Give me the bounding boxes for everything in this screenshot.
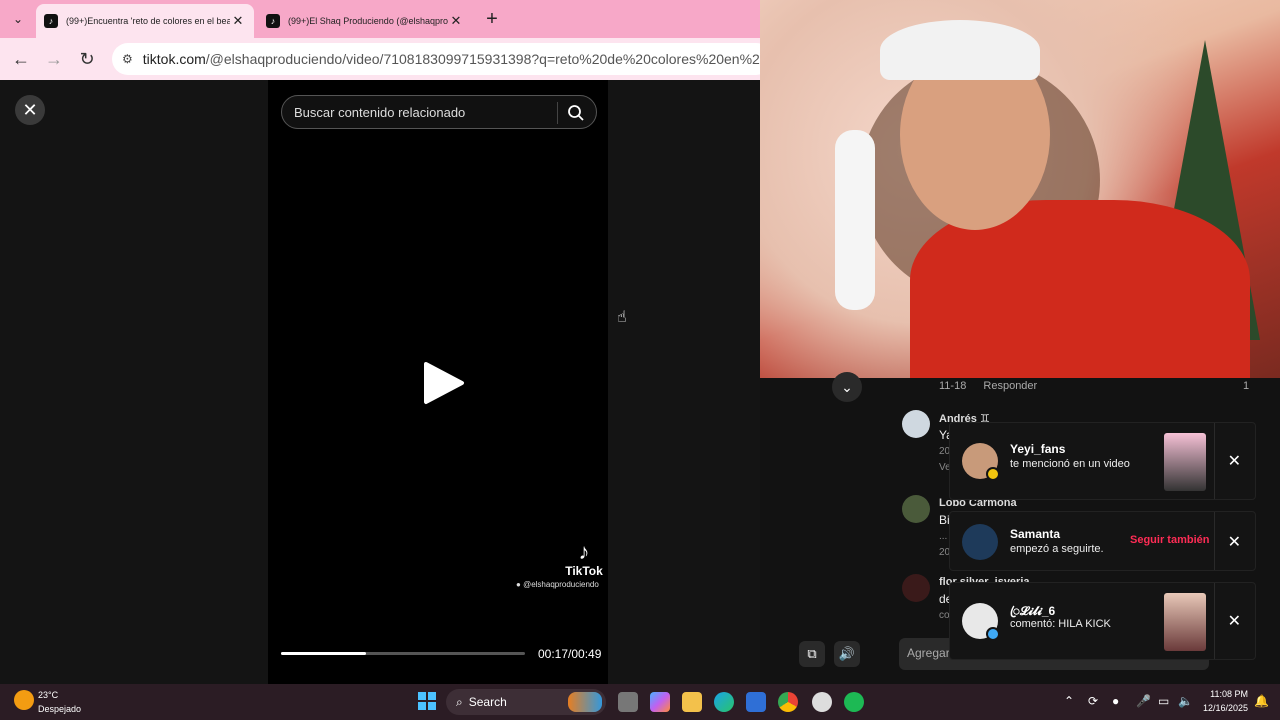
avatar: [962, 524, 998, 560]
webcam-overlay: [760, 0, 1280, 378]
divider: [1214, 512, 1215, 570]
user-icon: ●: [516, 580, 521, 589]
sun-icon: [14, 690, 34, 710]
related-search-input[interactable]: Buscar contenido relacionado: [281, 95, 597, 129]
reply-button[interactable]: Responder: [983, 380, 1037, 392]
avatar[interactable]: [902, 410, 930, 438]
search-divider: [557, 102, 558, 124]
avatar[interactable]: [902, 574, 930, 602]
close-video-icon[interactable]: ✕: [15, 95, 45, 125]
edge-icon[interactable]: [714, 692, 734, 712]
tab-title: (99+)El Shaq Produciendo (@elshaqprodu: [288, 16, 448, 26]
obs-icon[interactable]: [812, 692, 832, 712]
notification-message: empezó a seguirte.: [1010, 543, 1104, 555]
recording-icon[interactable]: ●: [1112, 694, 1119, 708]
comment-badge-icon: [986, 627, 1000, 641]
search-icon: ⌕: [456, 694, 463, 709]
comment-more[interactable]: ...: [939, 531, 947, 542]
cursor-hand-icon: ☝: [617, 309, 627, 326]
watermark-username-text: @elshaqproduciendo: [523, 580, 599, 589]
webcam-microphone: [835, 130, 875, 310]
forward-icon[interactable]: →: [43, 48, 65, 70]
mention-badge-icon: [986, 467, 1000, 481]
system-clock[interactable]: 11:08 PM 12/16/2025: [1196, 687, 1248, 715]
file-explorer-icon[interactable]: [682, 692, 702, 712]
weather-condition: Despejado: [38, 704, 82, 714]
taskbar: 23°C Despejado ⌕ Search ⌃ ⟳ ● 🎤 ▭ 🔈 11:0…: [0, 684, 1280, 720]
notification-follow[interactable]: Samanta empezó a seguirte. Seguir tambié…: [949, 511, 1256, 571]
close-icon[interactable]: ✕: [1228, 611, 1241, 631]
store-icon[interactable]: [746, 692, 766, 712]
video-progress-fill: [281, 652, 367, 655]
comment-text-continued: co: [939, 610, 950, 621]
site-settings-icon[interactable]: ⚙: [122, 52, 133, 66]
avatar[interactable]: [902, 495, 930, 523]
url-domain: tiktok.com: [142, 51, 206, 67]
like-count: 1: [1243, 380, 1250, 392]
taskbar-search-label: Search: [468, 695, 507, 709]
video-thumbnail[interactable]: [1164, 593, 1206, 651]
video-thumbnail[interactable]: [1164, 433, 1206, 491]
divider: [1214, 583, 1215, 659]
comment-date: 11-18: [939, 380, 967, 392]
divider: [1214, 423, 1215, 499]
volume-icon[interactable]: 🔊: [834, 641, 860, 667]
notification-message: comentó: HILA KICK: [1010, 618, 1111, 630]
url-field[interactable]: ⚙ tiktok.com/@elshaqproduciendo/video/71…: [112, 43, 772, 75]
notification-message: te mencionó en un video: [1010, 458, 1130, 470]
webcam-hat: [880, 20, 1040, 80]
taskbar-search[interactable]: ⌕ Search: [446, 689, 606, 715]
tiktok-icon: ♪: [44, 14, 58, 28]
back-icon[interactable]: ←: [10, 48, 32, 70]
tiktok-watermark: ♪ TikTok: [556, 539, 612, 579]
notification-name: Samanta: [1010, 527, 1061, 541]
notification-bell-icon[interactable]: 🔔: [1254, 694, 1269, 708]
video-time: 00:17/00:49: [538, 647, 602, 661]
close-tab-icon[interactable]: ✕: [230, 13, 246, 29]
clock-time: 11:08 PM: [1210, 689, 1248, 699]
notification-mention[interactable]: Yeyi_fans te mencionó en un video ✕: [949, 422, 1256, 500]
address-bar-row: ← → ↻ ⚙ tiktok.com/@elshaqproduciendo/vi…: [0, 38, 772, 80]
close-tab-icon[interactable]: ✕: [448, 13, 464, 29]
tiktok-icon: ♪: [266, 14, 280, 28]
chrome-icon[interactable]: [778, 692, 798, 712]
temperature: 23°C: [38, 690, 59, 700]
tab-inactive[interactable]: ♪ (99+)El Shaq Produciendo (@elshaqprodu…: [258, 4, 472, 38]
speaker-icon[interactable]: 🔈: [1178, 694, 1193, 708]
chevron-down-icon[interactable]: ⌄: [832, 372, 862, 402]
tiktok-logo-icon: ♪: [578, 539, 590, 564]
notification-comment[interactable]: ꦿ𝓛𝓲𝓵𝓲_6 comentó: HILA KICK ✕: [949, 582, 1256, 660]
copilot-icon[interactable]: [650, 692, 670, 712]
play-icon[interactable]: [420, 360, 466, 406]
tiktok-word: TikTok: [565, 564, 603, 578]
follow-back-button[interactable]: Seguir también: [1130, 534, 1209, 546]
search-highlight-image: [568, 692, 602, 712]
tab-search-chevron-icon[interactable]: ⌄: [6, 7, 30, 31]
new-tab-icon[interactable]: +: [481, 8, 503, 30]
tab-active[interactable]: ♪ (99+)Encuentra 'reto de colores en el …: [36, 4, 254, 38]
close-icon[interactable]: ✕: [1228, 532, 1241, 552]
tab-title: (99+)Encuentra 'reto de colores en el be…: [66, 16, 230, 26]
spotify-icon[interactable]: [844, 692, 864, 712]
sync-icon[interactable]: ⟳: [1088, 694, 1098, 708]
chevron-up-icon[interactable]: ⌃: [1064, 694, 1074, 708]
comment-meta: 11-18 Responder: [939, 380, 1037, 392]
task-view-icon[interactable]: [618, 692, 638, 712]
reload-icon[interactable]: ↻: [76, 48, 98, 70]
clock-date: 12/16/2025: [1202, 703, 1248, 713]
windows-start-icon[interactable]: [418, 692, 436, 710]
search-icon[interactable]: [566, 103, 586, 123]
close-icon[interactable]: ✕: [1228, 451, 1241, 471]
url-path: /@elshaqproduciendo/video/71081830997159…: [205, 51, 772, 67]
search-placeholder: Buscar contenido relacionado: [294, 104, 466, 120]
network-icon[interactable]: ▭: [1158, 694, 1169, 708]
watermark-username: ● @elshaqproduciendo: [516, 580, 599, 589]
clipboard-icon[interactable]: ⧉: [799, 641, 825, 667]
notification-name: Yeyi_fans: [1010, 442, 1066, 456]
video-progress-bar[interactable]: [281, 652, 525, 655]
microphone-icon[interactable]: 🎤: [1136, 694, 1151, 708]
browser-tab-bar: ⌄ ♪ (99+)Encuentra 'reto de colores en e…: [0, 0, 760, 38]
